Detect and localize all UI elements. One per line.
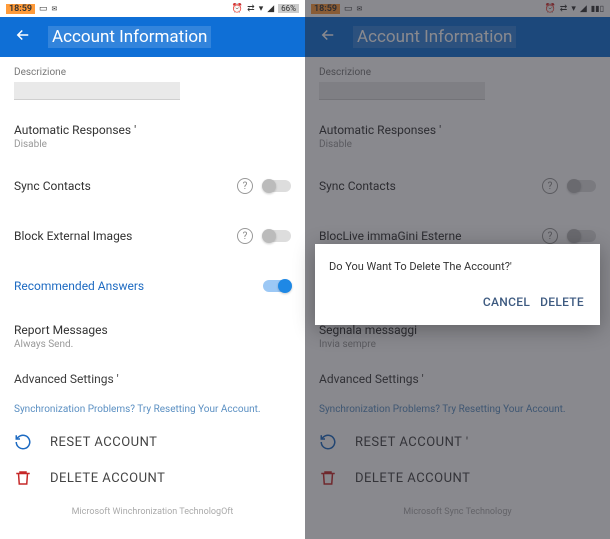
auto-responses-label: Automatic Responses ' — [319, 123, 441, 137]
page-title: Account Information — [353, 26, 516, 48]
help-icon[interactable]: ? — [542, 178, 558, 194]
sync-contacts-toggle[interactable] — [263, 180, 291, 192]
description-field[interactable] — [14, 82, 180, 100]
battery-label: 66% — [278, 4, 299, 13]
delete-account-label: DELETE ACCOUNT — [50, 471, 165, 486]
sync-problems-text: Synchronization Problems? Try Resetting … — [319, 404, 596, 415]
sync-contacts-row: Sync Contacts ? — [14, 172, 291, 200]
description-field[interactable] — [319, 82, 485, 100]
status-bar: 18:59 ▭ ✉ ⏰ ⇄ ▾ ◢ 66% — [0, 0, 305, 17]
status-icon-app: ▭ — [39, 4, 48, 14]
reset-account-label: RESET ACCOUNT — [50, 435, 157, 450]
dialog-cancel-button[interactable]: CANCEL — [481, 291, 532, 313]
help-icon[interactable]: ? — [237, 228, 253, 244]
help-icon[interactable]: ? — [542, 228, 558, 244]
wifi-icon: ▾ — [259, 4, 264, 14]
block-images-label: Block External Images — [14, 229, 132, 243]
delete-account-row[interactable]: DELETE ACCOUNT — [319, 469, 596, 487]
footer-text: Microsoft Sync Technology — [319, 507, 596, 517]
signal-icon: ◢ — [267, 4, 274, 14]
description-label: Descrizione — [319, 67, 596, 78]
advanced-settings[interactable]: Advanced Settings ' — [319, 372, 596, 386]
reset-icon — [319, 433, 337, 451]
auto-responses-row[interactable]: Automatic Responses ' Disable — [14, 122, 291, 150]
report-value: Always Send. — [14, 339, 108, 350]
alarm-icon: ⏰ — [545, 4, 556, 14]
help-icon[interactable]: ? — [237, 178, 253, 194]
report-value: Invia sempre — [319, 339, 417, 350]
delete-account-label: DELETE ACCOUNT — [355, 471, 470, 486]
description-label: Descrizione — [14, 67, 291, 78]
trash-icon — [14, 469, 32, 487]
reset-account-row[interactable]: RESET ACCOUNT ' — [319, 433, 596, 451]
delete-account-row[interactable]: DELETE ACCOUNT — [14, 469, 291, 487]
back-button[interactable] — [319, 26, 337, 48]
battery-icon: ▮▮▯ — [591, 4, 604, 13]
signal-icon: ◢ — [580, 4, 587, 14]
advanced-settings[interactable]: Advanced Settings ' — [14, 372, 291, 386]
status-icon-msg: ✉ — [52, 5, 58, 13]
status-bar: 18:59 ▭ ✉ ⏰ ⇄ ▾ ◢ ▮▮▯ — [305, 0, 610, 17]
status-time: 18:59 — [6, 4, 35, 14]
recommended-toggle[interactable] — [263, 280, 291, 292]
alarm-icon: ⏰ — [232, 4, 243, 14]
block-images-toggle[interactable] — [568, 230, 596, 242]
reset-icon — [14, 433, 32, 451]
status-time: 18:59 — [311, 4, 340, 14]
sync-contacts-label: Sync Contacts — [14, 179, 91, 193]
block-images-toggle[interactable] — [263, 230, 291, 242]
block-images-label: BlocLive immaGini Esterne — [319, 229, 461, 243]
sync-contacts-label: Sync Contacts — [319, 179, 396, 193]
page-title: Account Information — [48, 26, 211, 48]
header-bar: Account Information — [305, 17, 610, 57]
back-button[interactable] — [14, 26, 32, 48]
dialog-message: Do You Want To Delete The Account?' — [329, 260, 586, 273]
header-bar: Account Information — [0, 17, 305, 57]
status-icon-app: ▭ — [344, 4, 353, 14]
trash-icon — [319, 469, 337, 487]
recommended-label: Recommended Answers — [14, 279, 144, 293]
dialog-delete-button[interactable]: DELETE — [538, 291, 586, 313]
auto-responses-value: Disable — [319, 139, 441, 150]
recommended-row: Recommended Answers — [14, 272, 291, 300]
reset-account-row[interactable]: RESET ACCOUNT — [14, 433, 291, 451]
delete-confirm-dialog: Do You Want To Delete The Account?' CANC… — [315, 244, 600, 325]
content-area: Descrizione Automatic Responses ' Disabl… — [0, 57, 305, 525]
sync-contacts-row: Sync Contacts ? — [319, 172, 596, 200]
block-images-row: Block External Images ? — [14, 222, 291, 250]
wifi-icon: ▾ — [571, 4, 576, 14]
phone-right: 18:59 ▭ ✉ ⏰ ⇄ ▾ ◢ ▮▮▯ Account Informatio… — [305, 0, 610, 539]
status-icon-msg: ✉ — [357, 5, 363, 13]
report-label: Report Messages — [14, 323, 108, 337]
link-icon: ⇄ — [560, 4, 568, 14]
auto-responses-row[interactable]: Automatic Responses ' Disable — [319, 122, 596, 150]
link-icon: ⇄ — [247, 4, 255, 14]
footer-text: Microsoft Winchronization TechnologOft — [14, 507, 291, 517]
phone-left: 18:59 ▭ ✉ ⏰ ⇄ ▾ ◢ 66% Account Informatio… — [0, 0, 305, 539]
auto-responses-label: Automatic Responses ' — [14, 123, 136, 137]
sync-contacts-toggle[interactable] — [568, 180, 596, 192]
reset-account-label: RESET ACCOUNT ' — [355, 435, 469, 450]
report-row[interactable]: Report Messages Always Send. — [14, 322, 291, 350]
auto-responses-value: Disable — [14, 139, 136, 150]
report-row[interactable]: Segnala messaggi Invia sempre — [319, 322, 596, 350]
sync-problems-text: Synchronization Problems? Try Resetting … — [14, 404, 291, 415]
